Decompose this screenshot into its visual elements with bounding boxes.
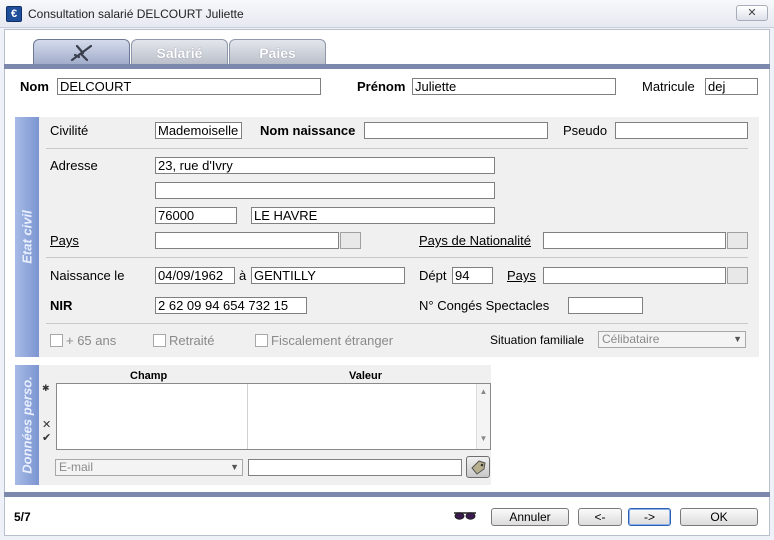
dept-field[interactable]: 94 (452, 267, 493, 284)
prenom-label: Prénom (357, 79, 406, 94)
divider (46, 148, 748, 149)
divider (46, 323, 748, 324)
perso-type-value: E-mail (59, 460, 94, 474)
fiscal-checkbox[interactable] (255, 334, 268, 347)
scroll-up-icon[interactable]: ▲ (477, 387, 490, 396)
perso-grid[interactable] (56, 383, 491, 450)
nationalite-link[interactable]: Pays de Nationalité (419, 233, 531, 248)
nom-naissance-label: Nom naissance (260, 123, 356, 138)
grid-column-divider (247, 384, 248, 449)
divider (46, 257, 748, 258)
pseudo-label: Pseudo (563, 123, 608, 138)
naissance-date-field[interactable]: 04/09/1962 (155, 267, 235, 284)
plus65-label: + 65 ans (66, 333, 117, 348)
previous-button[interactable]: <- (578, 508, 622, 526)
conges-label: N° Congés Spectacles (419, 298, 550, 313)
matricule-field[interactable]: dej (705, 78, 758, 95)
delete-row-icon[interactable]: ✕ (42, 418, 51, 431)
pays-naissance-field[interactable] (543, 267, 726, 284)
a-label: à (239, 268, 247, 283)
retraite-checkbox[interactable] (153, 334, 166, 347)
nom-naissance-field[interactable] (364, 122, 548, 139)
fiscal-label: Fiscalement étranger (271, 333, 394, 348)
donnees-perso-band: Données perso. (15, 365, 39, 485)
pays-field[interactable] (155, 232, 339, 249)
add-perso-button[interactable] (466, 456, 490, 478)
civilite-label: Civilité (50, 123, 89, 138)
pays-naissance-link[interactable]: Pays (507, 268, 536, 283)
perso-type-select[interactable]: E-mail ▼ (55, 459, 243, 476)
ok-button[interactable]: OK (680, 508, 758, 526)
tab-general[interactable] (33, 39, 130, 65)
next-button[interactable]: -> (628, 508, 671, 526)
situation-value: Célibataire (602, 332, 660, 346)
glasses-icon[interactable] (453, 508, 477, 525)
nir-field[interactable]: 2 62 09 94 654 732 15 (155, 297, 307, 314)
tab-paies[interactable]: Paies (229, 39, 326, 65)
code-postal-field[interactable]: 76000 (155, 207, 237, 224)
adresse-label: Adresse (50, 158, 98, 173)
adresse-line2-field[interactable] (155, 182, 495, 199)
scroll-down-icon[interactable]: ▼ (477, 434, 490, 443)
situation-label: Situation familiale (490, 333, 585, 347)
window-title: Consultation salarié DELCOURT Juliette (28, 7, 244, 21)
nom-label: Nom (20, 79, 49, 94)
civilite-field[interactable]: Mademoiselle (155, 122, 242, 139)
tab-strip-border (4, 64, 770, 69)
pays-naissance-lookup-button[interactable] (727, 267, 748, 284)
validate-row-icon[interactable]: ✔ (42, 431, 51, 444)
conges-field[interactable] (568, 297, 643, 314)
pays-lookup-button[interactable] (340, 232, 361, 249)
matricule-label: Matricule (642, 79, 695, 94)
col-champ-header: Champ (130, 370, 168, 382)
situation-select[interactable]: Célibataire ▼ (598, 331, 746, 348)
nationalite-field[interactable] (543, 232, 726, 249)
pays-link[interactable]: Pays (50, 233, 79, 248)
tag-icon (471, 460, 486, 475)
ville-field[interactable]: LE HAVRE (251, 207, 495, 224)
nationalite-lookup-button[interactable] (727, 232, 748, 249)
dept-label: Dépt (419, 268, 447, 283)
donnees-perso-band-label: Données perso. (19, 376, 35, 474)
retraite-label: Retraité (169, 333, 215, 348)
footer-divider (4, 492, 770, 497)
adresse-line1-field[interactable]: 23, rue d'Ivry (155, 157, 495, 174)
plane-icon (70, 44, 92, 62)
close-button[interactable]: ✕ (736, 5, 768, 21)
row-pointer-icon: ✱ (42, 383, 50, 393)
naissance-label: Naissance le (50, 268, 125, 283)
col-valeur-header: Valeur (349, 370, 383, 382)
etat-civil-band: Etat civil (15, 117, 39, 357)
nir-label: NIR (50, 298, 73, 313)
tab-salarie[interactable]: Salarié (131, 39, 228, 65)
pseudo-field[interactable] (615, 122, 748, 139)
perso-grid-scrollbar[interactable]: ▲ ▼ (476, 384, 490, 449)
app-icon: € (6, 6, 22, 22)
perso-value-input[interactable] (248, 459, 462, 476)
record-counter: 5/7 (14, 510, 31, 524)
etat-civil-band-label: Etat civil (19, 210, 35, 264)
chevron-down-icon: ▼ (230, 462, 239, 472)
naissance-lieu-field[interactable]: GENTILLY (251, 267, 405, 284)
plus65-checkbox[interactable] (50, 334, 63, 347)
annuler-button[interactable]: Annuler (491, 508, 569, 526)
prenom-field[interactable]: Juliette (412, 78, 616, 95)
chevron-down-icon: ▼ (733, 334, 742, 344)
nom-field[interactable]: DELCOURT (57, 78, 321, 95)
